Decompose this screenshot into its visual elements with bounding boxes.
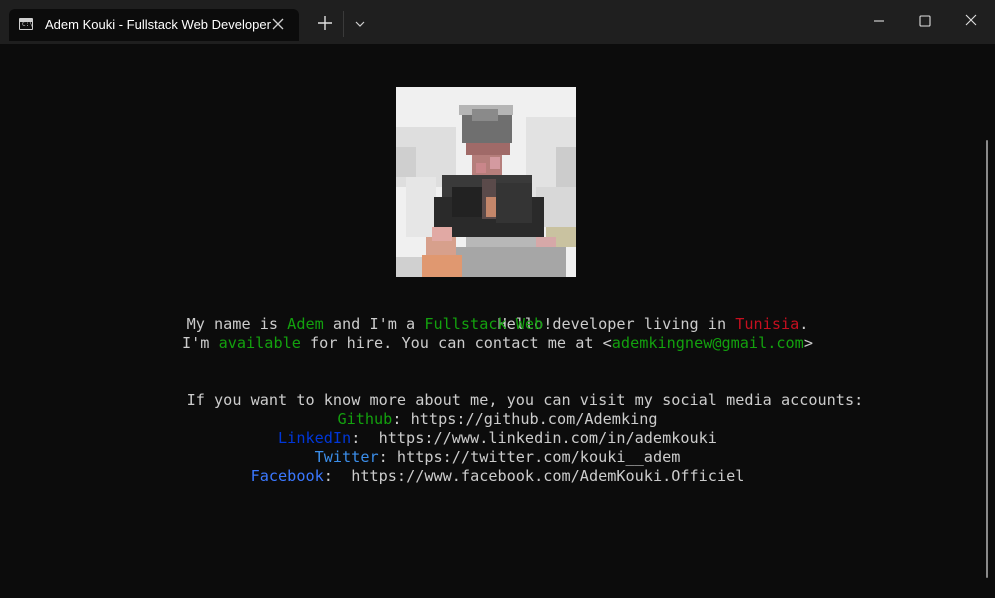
chevron-down-icon: [355, 21, 365, 27]
country-highlight: Tunisia: [735, 315, 800, 333]
text-segment: I'm: [182, 334, 219, 352]
text-segment: for hire. You can contact me at <: [300, 334, 612, 352]
social-row-github: Github: https://github.com/Ademking: [0, 410, 995, 429]
terminal-icon: C:\: [19, 18, 33, 30]
social-intro-text: If you want to know more about me, you c…: [186, 391, 864, 409]
scrollbar[interactable]: [986, 140, 988, 578]
email-link[interactable]: ademkingnew@gmail.com: [612, 334, 804, 352]
social-row-linkedin: LinkedIn: https://www.linkedin.com/in/ad…: [0, 429, 995, 448]
facebook-link[interactable]: https://www.facebook.com/AdemKouki.Offic…: [351, 467, 744, 485]
terminal-output[interactable]: Hello! My name is Adem and I'm a Fullsta…: [0, 44, 995, 598]
minimize-icon: [874, 20, 884, 22]
title-bar: C:\ Adem Kouki - Fullstack Web Developer: [0, 0, 995, 44]
text-segment: and I'm a: [323, 315, 425, 333]
separator: :: [392, 410, 411, 428]
tab-dropdown-button[interactable]: [350, 12, 370, 36]
maximize-icon: [919, 15, 931, 27]
text-segment: developer living in: [543, 315, 736, 333]
github-label: Github: [337, 410, 393, 428]
separator: :: [378, 448, 397, 466]
new-tab-button[interactable]: [312, 10, 338, 36]
minimize-button[interactable]: [856, 0, 902, 40]
close-button[interactable]: [948, 0, 994, 40]
social-row-facebook: Facebook: https://www.facebook.com/AdemK…: [0, 467, 995, 486]
intro-line: My name is Adem and I'm a Fullstack Web …: [0, 315, 995, 334]
plus-icon: [318, 16, 332, 30]
tab-title: Adem Kouki - Fullstack Web Developer: [45, 17, 271, 32]
role-highlight: Fullstack Web: [424, 315, 544, 333]
terminal-window: C:\ Adem Kouki - Fullstack Web Developer: [0, 0, 995, 598]
separator: :: [351, 429, 379, 447]
text-segment: >: [803, 334, 813, 352]
twitter-label: Twitter: [314, 448, 379, 466]
tab-active[interactable]: C:\ Adem Kouki - Fullstack Web Developer: [9, 9, 299, 41]
text-segment: .: [799, 315, 809, 333]
linkedin-label: LinkedIn: [278, 429, 352, 447]
facebook-label: Facebook: [250, 467, 324, 485]
contact-line: I'm available for hire. You can contact …: [0, 334, 995, 353]
social-row-twitter: Twitter: https://twitter.com/kouki__adem: [0, 448, 995, 467]
tab-close-icon[interactable]: [268, 14, 288, 34]
separator: :: [323, 467, 352, 485]
available-highlight: available: [218, 334, 301, 352]
text-segment: My name is: [186, 315, 288, 333]
close-icon: [965, 14, 977, 26]
profile-photo: [396, 87, 576, 277]
name-highlight: Adem: [287, 315, 324, 333]
github-link[interactable]: https://github.com/Ademking: [411, 410, 658, 428]
maximize-button[interactable]: [902, 0, 948, 40]
linkedin-link[interactable]: https://www.linkedin.com/in/ademkouki: [379, 429, 717, 447]
twitter-link[interactable]: https://twitter.com/kouki__adem: [397, 448, 680, 466]
divider: [343, 11, 344, 37]
